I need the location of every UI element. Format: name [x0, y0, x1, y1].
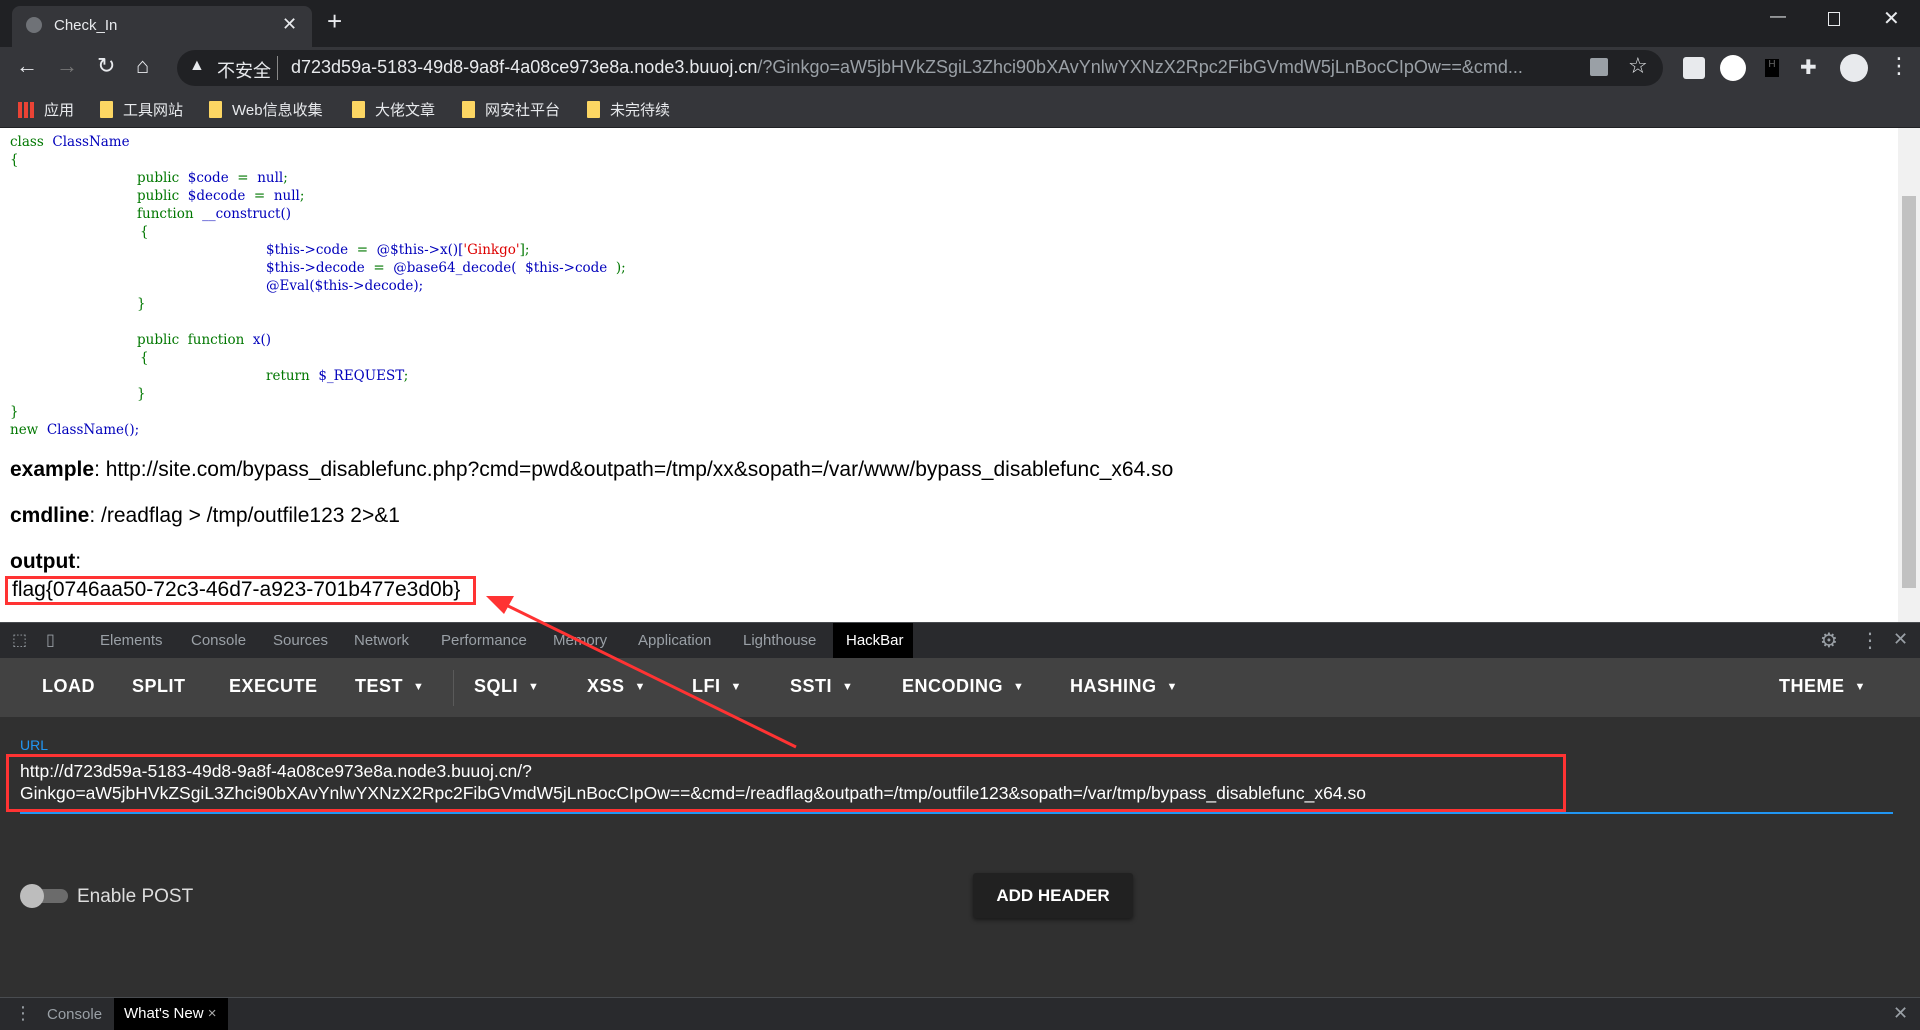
browser-tab[interactable]: Check_In ✕ — [12, 6, 312, 47]
tab-title: Check_In — [54, 17, 118, 34]
extension-h-icon[interactable]: H — [1765, 59, 1779, 77]
caret-down-icon: ▼ — [730, 681, 742, 693]
page-scrollbar[interactable] — [1898, 128, 1920, 622]
theme-menu[interactable]: THEME ▼ — [1779, 676, 1866, 697]
encoding-menu[interactable]: ENCODING ▼ — [902, 676, 1024, 697]
lfi-menu[interactable]: LFI ▼ — [692, 676, 742, 697]
drawer-tab-whats-new[interactable]: What's New × — [114, 998, 228, 1030]
hackbar-toolbar: LOAD SPLIT EXECUTE TEST ▼ SQLI ▼ XSS ▼ LFI ▼… — [0, 658, 1920, 717]
folder-icon — [462, 101, 475, 118]
caret-down-icon: ▼ — [528, 681, 540, 693]
devtools-tabbar: ⬚ ▯ Elements Console Sources Network Per… — [0, 622, 1920, 658]
settings-icon[interactable]: ⚙ — [1820, 628, 1838, 653]
folder-icon — [209, 101, 222, 118]
folder-icon — [352, 101, 365, 118]
caret-down-icon: ▼ — [634, 681, 646, 693]
new-tab-icon[interactable]: + — [327, 6, 342, 37]
security-label: 不安全 — [217, 61, 271, 81]
url-textarea[interactable]: http://d723d59a-5183-49d8-9a8f-4a08ce973… — [6, 754, 1566, 812]
output-label: output: — [10, 550, 82, 573]
url-rest: /?Ginkgo=aW5jbHVkZSgiL3Zhci90bXAvYnlwYXN… — [757, 57, 1523, 77]
globe-icon — [26, 17, 42, 33]
url-host: d723d59a-5183-49d8-9a8f-4a08ce973e8a.nod… — [291, 57, 758, 77]
bookmarks-bar: 应用 工具网站 Web信息收集 大佬文章 网安社平台 未完待续 — [0, 89, 1920, 128]
star-icon[interactable]: ☆ — [1628, 53, 1648, 79]
xss-menu[interactable]: XSS ▼ — [587, 676, 646, 697]
browser-toolbar: ← → ↻ ⌂ ▲ 不安全 d723d59a-5183-49d8-9a8f-4a… — [0, 47, 1920, 89]
tab-network[interactable]: Network — [354, 632, 409, 649]
load-button[interactable]: LOAD — [42, 676, 95, 697]
close-devtools-icon[interactable]: ✕ — [1893, 629, 1908, 650]
back-icon[interactable]: ← — [16, 53, 38, 79]
tab-lighthouse[interactable]: Lighthouse — [743, 632, 816, 649]
sqli-menu[interactable]: SQLI ▼ — [474, 676, 539, 697]
caret-down-icon: ▼ — [1013, 681, 1025, 693]
tab-hackbar[interactable]: HackBar — [833, 623, 913, 658]
translate-icon[interactable] — [1590, 58, 1608, 76]
close-tab-icon[interactable]: ✕ — [282, 14, 297, 35]
split-button[interactable]: SPLIT — [132, 676, 186, 697]
profile-icon[interactable] — [1840, 54, 1868, 82]
warning-icon: ▲ — [189, 57, 205, 74]
tab-console[interactable]: Console — [191, 632, 246, 649]
enable-post-label: Enable POST — [77, 886, 194, 907]
tab-elements[interactable]: Elements — [100, 632, 163, 649]
caret-down-icon: ▼ — [1166, 681, 1178, 693]
bookmark-apps[interactable]: 应用 — [18, 99, 74, 120]
close-window-icon[interactable]: ✕ — [1883, 6, 1900, 31]
folder-icon — [100, 101, 113, 118]
extension-shield-icon[interactable] — [1720, 55, 1746, 81]
devtools-drawer: ⋮ Console What's New × ✕ — [0, 997, 1920, 1030]
extension-icon[interactable] — [1683, 57, 1705, 79]
bookmark-folder[interactable]: 网安社平台 — [462, 99, 560, 120]
tab-application[interactable]: Application — [638, 632, 711, 649]
home-icon[interactable]: ⌂ — [136, 53, 149, 79]
flag-output: flag{0746aa50-72c3-46d7-a923-701b477e3d0… — [5, 576, 476, 605]
drawer-menu-icon[interactable]: ⋮ — [14, 1003, 32, 1024]
close-tab-icon: × — [207, 1005, 217, 1022]
device-toolbar-icon[interactable]: ▯ — [46, 630, 55, 650]
hackbar-panel: URL http://d723d59a-5183-49d8-9a8f-4a08c… — [0, 717, 1920, 997]
tab-performance[interactable]: Performance — [441, 632, 527, 649]
more-icon[interactable]: ⋮ — [1860, 628, 1880, 653]
toggle-knob — [20, 884, 44, 908]
enable-post-toggle[interactable] — [20, 884, 68, 908]
example-line: example: http://site.com/bypass_disablef… — [10, 458, 1174, 481]
execute-button[interactable]: EXECUTE — [229, 676, 318, 697]
folder-icon — [587, 101, 600, 118]
scrollbar-thumb[interactable] — [1902, 196, 1916, 588]
tab-memory[interactable]: Memory — [553, 632, 607, 649]
forward-icon[interactable]: → — [56, 53, 78, 79]
url-label: URL — [20, 737, 49, 753]
restore-icon[interactable] — [1828, 12, 1840, 26]
caret-down-icon: ▼ — [413, 681, 425, 693]
apps-grid-icon — [18, 101, 34, 118]
inspect-icon[interactable]: ⬚ — [12, 630, 27, 650]
test-menu[interactable]: TEST ▼ — [355, 676, 424, 697]
bookmark-folder[interactable]: 大佬文章 — [352, 99, 435, 120]
bookmark-folder[interactable]: 工具网站 — [100, 99, 183, 120]
page-content: class ClassName { public $code = null; p… — [0, 128, 1898, 622]
reload-icon[interactable]: ↻ — [97, 53, 115, 79]
cmdline-line: cmdline: /readflag > /tmp/outfile123 2>&… — [10, 504, 400, 527]
tab-strip: Check_In ✕ + — ✕ — [0, 0, 1920, 47]
caret-down-icon: ▼ — [1854, 681, 1866, 693]
hashing-menu[interactable]: HASHING ▼ — [1070, 676, 1178, 697]
caret-down-icon: ▼ — [842, 681, 854, 693]
menu-icon[interactable]: ⋮ — [1888, 53, 1910, 79]
drawer-tab-console[interactable]: Console — [47, 1006, 102, 1023]
bookmark-folder[interactable]: Web信息收集 — [209, 99, 323, 120]
add-header-button[interactable]: ADD HEADER — [973, 873, 1133, 918]
tab-sources[interactable]: Sources — [273, 632, 328, 649]
bookmark-folder[interactable]: 未完待续 — [587, 99, 670, 120]
ssti-menu[interactable]: SSTI ▼ — [790, 676, 853, 697]
puzzle-icon[interactable]: ✚ — [1800, 55, 1817, 80]
close-drawer-icon[interactable]: ✕ — [1893, 1003, 1908, 1024]
address-bar[interactable]: ▲ 不安全 d723d59a-5183-49d8-9a8f-4a08ce973e… — [177, 50, 1663, 86]
minimize-icon[interactable]: — — [1770, 8, 1786, 26]
